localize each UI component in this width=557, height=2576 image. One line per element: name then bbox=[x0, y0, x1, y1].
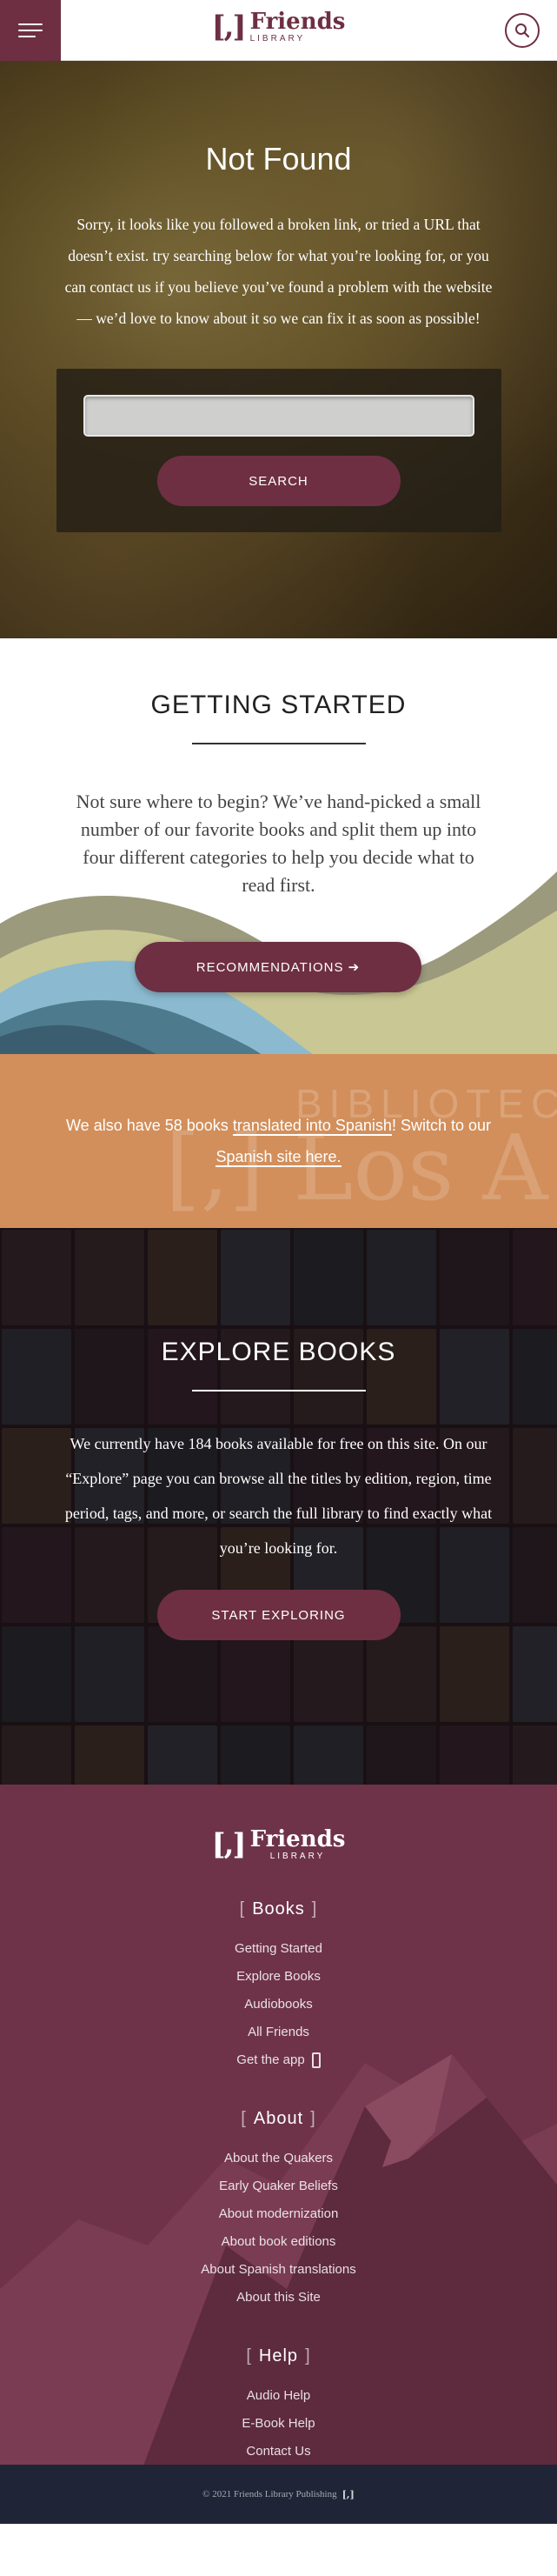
footer-logo-word: Friends bbox=[249, 1826, 346, 1852]
menu-button[interactable] bbox=[0, 0, 61, 61]
footer-link-explore-books[interactable]: Explore Books bbox=[0, 1963, 557, 1991]
logo-text: Friends LIBRARY bbox=[250, 10, 346, 43]
footer-logo[interactable]: [,] Friends LIBRARY bbox=[212, 1828, 346, 1861]
footer-link-early-quaker-beliefs[interactable]: Early Quaker Beliefs bbox=[0, 2172, 557, 2200]
footer-link-contact-us[interactable]: Contact Us bbox=[0, 2438, 557, 2466]
logo-sub: LIBRARY bbox=[249, 34, 306, 43]
search-submit-button[interactable]: SEARCH bbox=[156, 456, 401, 506]
menu-icon-bar bbox=[18, 30, 43, 31]
footer-logo-sub: LIBRARY bbox=[269, 1852, 326, 1861]
explore-title: EXPLORE BOOKS bbox=[161, 1338, 396, 1366]
footer-link-all-friends[interactable]: All Friends bbox=[0, 2019, 557, 2046]
footer-heading-books: Books bbox=[252, 1899, 305, 1919]
footer-link-audio-help[interactable]: Audio Help bbox=[0, 2382, 557, 2410]
not-found-message: Sorry, it looks like you followed a brok… bbox=[64, 216, 493, 327]
getting-started-title: GETTING STARTED bbox=[150, 691, 407, 719]
search-panel: SEARCH bbox=[56, 369, 501, 532]
spanish-message: We also have 58 books translated into Sp… bbox=[0, 1110, 557, 1172]
footer-link-ebook-help[interactable]: E-Book Help bbox=[0, 2410, 557, 2438]
footer-logo-text: Friends LIBRARY bbox=[250, 1828, 346, 1861]
spanish-section: BIBLIOTECA [,] Los A We also have 58 boo… bbox=[0, 1054, 557, 1228]
menu-icon-bar bbox=[18, 23, 43, 25]
footer-about-heading: [About] bbox=[241, 2109, 316, 2128]
site-header: [,] Friends LIBRARY bbox=[0, 0, 557, 61]
getting-started-text: Not sure where to begin? We’ve hand-pick… bbox=[76, 791, 481, 896]
footer-link-getting-started[interactable]: Getting Started bbox=[0, 1935, 557, 1963]
search-icon bbox=[515, 23, 530, 38]
copyright-text: © 2021 Friends Library Publishing bbox=[202, 2489, 337, 2499]
not-found-section: Not Found Sorry, it looks like you follo… bbox=[0, 61, 557, 638]
page-title: Not Found bbox=[205, 141, 352, 177]
spanish-text-before: We also have 58 books bbox=[66, 1117, 233, 1134]
explore-text: We currently have 184 books available fo… bbox=[64, 1435, 493, 1557]
copyright-bar: © 2021 Friends Library Publishing [,] bbox=[0, 2465, 557, 2524]
search-input[interactable] bbox=[83, 395, 474, 437]
explore-section: EXPLORE BOOKS We currently have 184 book… bbox=[0, 1228, 557, 1785]
footer-link-about-quakers[interactable]: About the Quakers bbox=[0, 2145, 557, 2172]
footer-about-section: [About] About the Quakers Early Quaker B… bbox=[0, 2109, 557, 2312]
footer-link-audiobooks[interactable]: Audiobooks bbox=[0, 1991, 557, 2019]
getting-started-section: GETTING STARTED Not sure where to begin?… bbox=[0, 638, 557, 1054]
footer-books-heading: [Books] bbox=[239, 1899, 318, 1919]
recommendations-button[interactable]: RECOMMENDATIONS ➔ bbox=[135, 942, 421, 992]
start-exploring-button[interactable]: START EXPLORING bbox=[156, 1590, 401, 1640]
footer-link-about-modernization[interactable]: About modernization bbox=[0, 2200, 557, 2228]
search-button[interactable] bbox=[505, 13, 540, 48]
footer-link-about-this-site[interactable]: About this Site bbox=[0, 2284, 557, 2312]
phone-icon bbox=[311, 2052, 321, 2069]
footer-books-section: [Books] Getting Started Explore Books Au… bbox=[0, 1899, 557, 2074]
spanish-text-underlined: translated into Spanish bbox=[232, 1117, 392, 1136]
footer-logo-mark: [,] bbox=[211, 1827, 247, 1862]
site-logo[interactable]: [,] Friends LIBRARY bbox=[212, 10, 346, 43]
copyright-logo-mark: [,] bbox=[341, 2488, 355, 2500]
spanish-text-after: ! Switch to our bbox=[391, 1117, 491, 1134]
footer-heading-help: Help bbox=[258, 2346, 299, 2366]
menu-icon-bar bbox=[18, 36, 36, 37]
logo-word: Friends bbox=[249, 9, 346, 35]
logo-mark: [,] bbox=[211, 10, 247, 44]
footer-link-about-spanish-translations[interactable]: About Spanish translations bbox=[0, 2256, 557, 2284]
footer-heading-about: About bbox=[253, 2109, 304, 2128]
footer-help-section: [Help] Audio Help E-Book Help Contact Us bbox=[0, 2346, 557, 2466]
footer-link-get-the-app[interactable]: Get the app bbox=[0, 2046, 557, 2074]
footer-link-get-the-app-label: Get the app bbox=[236, 2052, 305, 2067]
site-footer: [,] Friends LIBRARY [Books] Getting Star… bbox=[0, 1785, 557, 2524]
footer-help-heading: [Help] bbox=[246, 2346, 311, 2366]
title-divider bbox=[191, 743, 366, 744]
spanish-site-link[interactable]: Spanish site here. bbox=[216, 1148, 341, 1167]
footer-link-about-book-editions[interactable]: About book editions bbox=[0, 2228, 557, 2256]
title-divider bbox=[191, 1390, 366, 1391]
